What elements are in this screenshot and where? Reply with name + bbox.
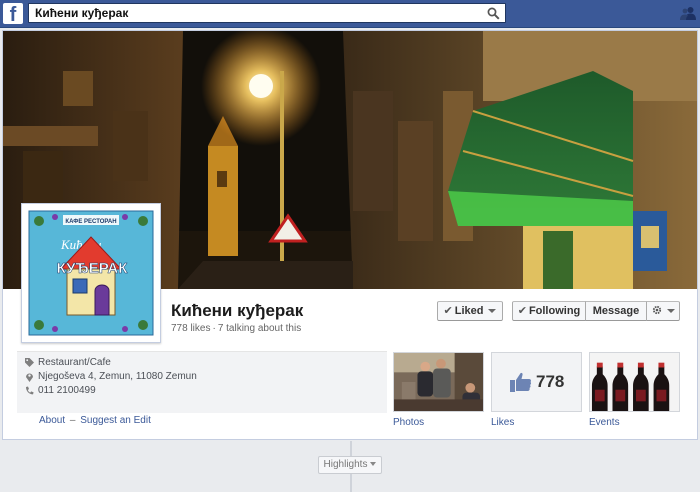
phone-text: 011 2100499 <box>38 385 96 396</box>
events-tile[interactable] <box>589 352 680 412</box>
check-icon: ✔ <box>517 305 527 317</box>
logo-small-text: КАФЕ РЕСТОРАН <box>65 219 116 225</box>
liked-button[interactable]: ✔ Liked <box>437 301 503 321</box>
likes-label[interactable]: Likes <box>491 417 514 428</box>
about-links: About – Suggest an Edit <box>39 415 151 426</box>
message-button[interactable]: Message <box>585 301 647 321</box>
chevron-down-icon <box>488 309 497 314</box>
following-label: Following <box>528 305 581 317</box>
check-icon: ✔ <box>443 305 453 317</box>
thumbs-up-icon <box>510 372 532 392</box>
page-title[interactable]: Кићени куђерак <box>171 301 303 321</box>
following-button[interactable]: ✔ Following <box>512 301 586 321</box>
highlights-label: Highlights <box>323 459 368 470</box>
search-icon[interactable] <box>487 7 500 20</box>
phone-icon <box>26 386 34 395</box>
top-bar: f <box>0 0 700 28</box>
profile-picture[interactable]: КАФЕ РЕСТОРАН Кићени КУЂЕРАК <box>21 203 161 343</box>
liked-label: Liked <box>454 305 484 317</box>
page-header-card: КАФЕ РЕСТОРАН Кићени КУЂЕРАК Кићени куђе… <box>2 30 698 440</box>
cafe-logo: КАФЕ РЕСТОРАН Кићени КУЂЕРАК <box>25 207 157 339</box>
page-stats: 778 likes · 7 talking about this <box>171 323 301 334</box>
address-text: Njegoševa 4, Zemun, 11080 Zemun <box>38 371 197 382</box>
likes-count: 778 <box>536 372 565 391</box>
highlights-button[interactable]: Highlights <box>318 456 382 474</box>
tag-icon <box>25 358 34 367</box>
search-box[interactable] <box>28 3 506 23</box>
events-label[interactable]: Events <box>589 417 620 428</box>
logo-big-text: КУЂЕРАК <box>57 260 129 277</box>
settings-menu-button[interactable] <box>646 301 680 321</box>
search-input[interactable] <box>35 5 475 21</box>
photos-label[interactable]: Photos <box>393 417 424 428</box>
facebook-logo[interactable]: f <box>3 3 23 24</box>
likes-tile[interactable]: 778 <box>491 352 582 412</box>
category-text[interactable]: Restaurant/Cafe <box>38 356 111 369</box>
about-link[interactable]: About <box>39 415 65 426</box>
stats-separator: · <box>212 323 216 334</box>
chevron-down-icon <box>666 309 675 314</box>
gear-icon <box>652 305 661 315</box>
chevron-down-icon <box>370 462 377 467</box>
link-separator: – <box>69 415 76 426</box>
about-box: Restaurant/Cafe Njegoševa 4, Zemun, 1108… <box>17 351 387 413</box>
likes-count-text[interactable]: 778 likes <box>171 323 210 334</box>
friend-requests-icon[interactable] <box>680 6 696 20</box>
talking-about-text: 7 talking about this <box>217 323 302 334</box>
suggest-edit-link[interactable]: Suggest an Edit <box>80 415 151 426</box>
map-pin-icon <box>26 373 33 382</box>
photos-tile[interactable] <box>393 352 484 412</box>
